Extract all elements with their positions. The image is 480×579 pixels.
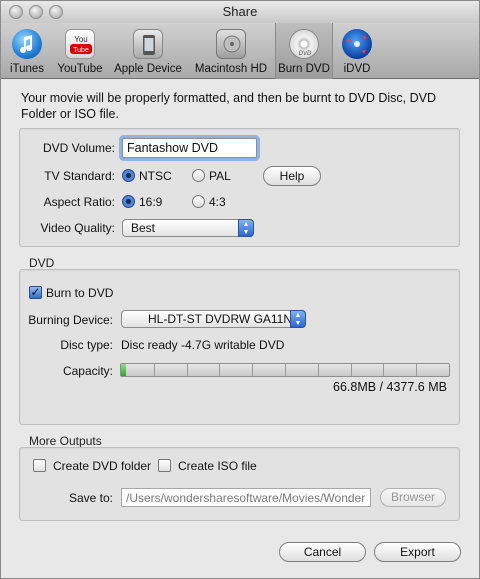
svg-text:Tube: Tube <box>73 47 89 54</box>
disc-type-label: Disc type: <box>60 338 113 352</box>
burning-device-value: HL-DT-ST DVDRW GA11N <box>148 312 293 326</box>
capacity-tick <box>416 364 417 376</box>
dvd-volume-label: DVD Volume: <box>42 141 115 155</box>
capacity-tick <box>187 364 188 376</box>
toolbar-item-apple-device[interactable]: Apple Device <box>109 23 187 79</box>
ntsc-radio[interactable] <box>122 169 135 182</box>
capacity-fill <box>121 364 126 376</box>
capacity-text: 66.8MB / 4377.6 MB <box>333 380 447 394</box>
share-toolbar: iTunes You Tube You Tube Apple Device Maci… <box>1 23 479 79</box>
svg-text:You: You <box>74 35 88 44</box>
toolbar-item-idvd[interactable]: iDVD <box>335 23 379 79</box>
pal-radio[interactable] <box>192 169 205 182</box>
aspect-16-9-label: 16:9 <box>139 195 163 209</box>
save-to-field[interactable]: /Users/wondersharesoftware/Movies/Wonder <box>121 488 371 507</box>
title-bar: Share <box>1 1 479 23</box>
create-dvd-folder-label: Create DVD folder <box>53 459 152 473</box>
pal-label: PAL <box>209 169 231 183</box>
dvd-section-title: DVD <box>29 256 55 270</box>
capacity-tick <box>318 364 319 376</box>
aspect-ratio-label: Aspect Ratio: <box>43 195 115 209</box>
video-quality-label: Video Quality: <box>40 221 116 235</box>
export-button[interactable]: Export <box>374 542 461 562</box>
ntsc-label: NTSC <box>139 169 172 183</box>
more-outputs-title: More Outputs <box>29 434 102 448</box>
toolbar-item-itunes[interactable]: iTunes <box>3 23 51 79</box>
toolbar-item-macintosh-hd[interactable]: Macintosh HD <box>189 23 273 79</box>
itunes-icon <box>12 29 42 59</box>
zoom-window-button[interactable] <box>49 5 63 19</box>
video-quality-select[interactable]: Best ▲ ▼ <box>122 219 254 237</box>
burning-device-label: Burning Device: <box>28 313 113 327</box>
capacity-tick <box>285 364 286 376</box>
video-quality-value: Best <box>131 221 156 235</box>
capacity-tick <box>219 364 220 376</box>
toolbar-item-youtube[interactable]: You Tube You Tube <box>53 23 107 79</box>
aspect-4-3-label: 4:3 <box>209 195 226 209</box>
capacity-label: Capacity: <box>62 364 113 378</box>
idvd-icon <box>342 29 372 59</box>
capacity-tick <box>351 364 352 376</box>
cancel-button[interactable]: Cancel <box>279 542 366 562</box>
capacity-tick <box>252 364 253 376</box>
capacity-tick <box>154 364 155 376</box>
burning-device-select[interactable]: HL-DT-ST DVDRW GA11N ▲ ▼ <box>121 310 306 328</box>
help-button[interactable]: Help <box>263 166 321 186</box>
disc-type-value: Disc ready -4.7G writable DVD <box>121 338 285 352</box>
capacity-tick <box>383 364 384 376</box>
create-iso-checkbox[interactable] <box>158 459 171 472</box>
toolbar-item-burn-dvd[interactable]: DVD Burn DVD <box>275 23 333 79</box>
aspect-4-3-radio[interactable] <box>192 195 205 208</box>
youtube-icon: You Tube <box>65 29 95 59</box>
apple-device-icon <box>133 29 163 59</box>
capacity-bar <box>120 363 450 377</box>
minimize-window-button[interactable] <box>29 5 43 19</box>
create-iso-label: Create ISO file <box>178 459 257 473</box>
dvd-volume-input[interactable]: Fantashow DVD <box>122 138 257 158</box>
select-arrows-icon: ▲ ▼ <box>290 310 306 328</box>
share-window: Share iTunes You Tube You Tube Apple Devic… <box>0 0 480 579</box>
tv-standard-label: TV Standard: <box>44 169 115 183</box>
svg-text:DVD: DVD <box>299 51 312 57</box>
select-arrows-icon: ▲ ▼ <box>238 219 254 237</box>
create-dvd-folder-checkbox[interactable] <box>33 459 46 472</box>
save-to-label: Save to: <box>68 491 113 505</box>
aspect-16-9-radio[interactable] <box>122 195 135 208</box>
window-title: Share <box>222 4 258 19</box>
dvd-disc-icon: DVD <box>289 29 319 59</box>
browser-button[interactable]: Browser <box>380 488 446 507</box>
hard-disk-icon <box>216 29 246 59</box>
burn-to-dvd-checkbox[interactable]: ✓ <box>29 286 42 299</box>
description-text: Your movie will be properly formatted, a… <box>21 91 437 121</box>
close-window-button[interactable] <box>9 5 23 19</box>
burn-to-dvd-label: Burn to DVD <box>46 286 114 300</box>
